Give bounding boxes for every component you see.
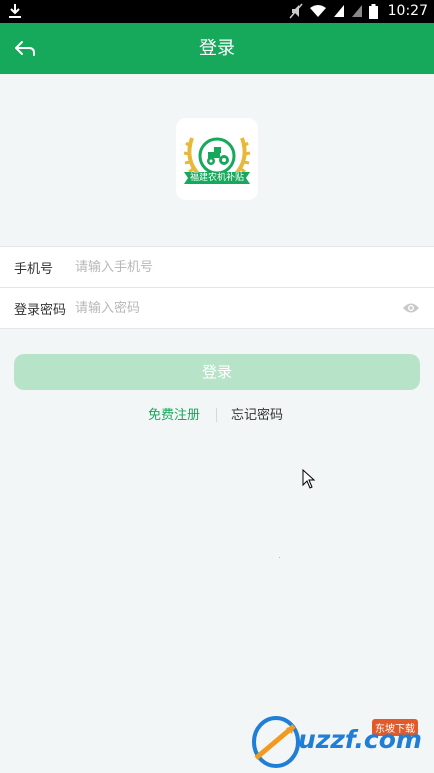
signal-icon bbox=[333, 5, 344, 17]
mouse-cursor-icon bbox=[302, 469, 316, 489]
auth-links: 免费注册 忘记密码 bbox=[0, 404, 434, 426]
status-bar: 10:27 bbox=[0, 0, 434, 23]
password-label: 登录密码 bbox=[14, 302, 67, 318]
watermark-text: uzzf.com bbox=[298, 725, 422, 754]
link-separator bbox=[216, 408, 217, 422]
phone-row: 手机号 bbox=[0, 247, 434, 287]
app-logo: 福建农机补贴 bbox=[176, 118, 258, 200]
logo-text: 福建农机补贴 bbox=[189, 173, 244, 183]
password-input[interactable] bbox=[75, 294, 395, 322]
logo-emblem-icon bbox=[183, 137, 251, 184]
stray-dot bbox=[279, 557, 280, 558]
phone-label: 手机号 bbox=[14, 261, 54, 277]
status-icons: 10:27 bbox=[289, 3, 428, 19]
eye-icon[interactable] bbox=[402, 301, 420, 315]
page-title: 登录 bbox=[199, 38, 235, 59]
download-icon bbox=[9, 4, 21, 18]
login-button[interactable]: 登录 bbox=[14, 354, 420, 390]
status-time: 10:27 bbox=[387, 3, 428, 19]
phone-input[interactable] bbox=[75, 253, 395, 281]
forgot-password-link[interactable]: 忘记密码 bbox=[231, 404, 283, 423]
password-row: 登录密码 bbox=[0, 288, 434, 328]
app-bar: 登录 bbox=[0, 23, 434, 74]
signal-icon bbox=[351, 5, 362, 17]
login-form: 手机号 登录密码 bbox=[0, 246, 434, 329]
battery-icon bbox=[368, 3, 378, 19]
wifi-icon bbox=[309, 5, 326, 17]
register-link[interactable]: 免费注册 bbox=[148, 404, 200, 423]
mute-icon bbox=[289, 3, 303, 19]
